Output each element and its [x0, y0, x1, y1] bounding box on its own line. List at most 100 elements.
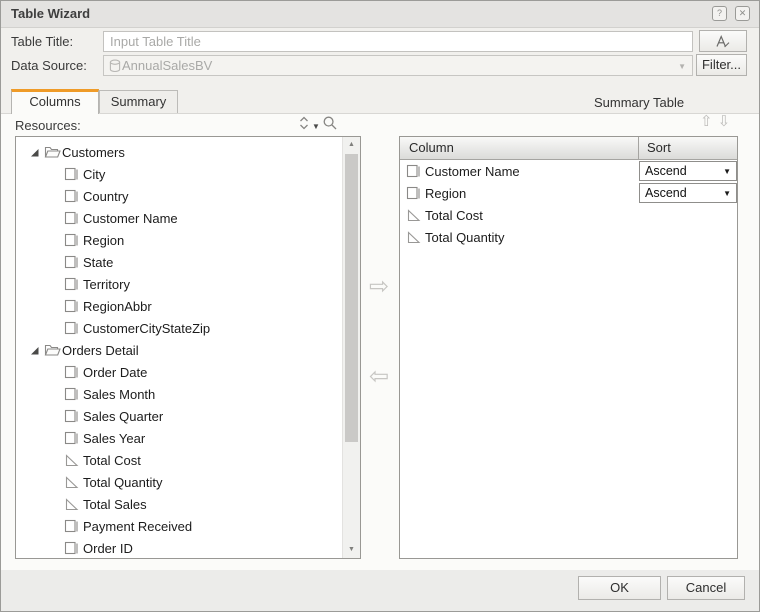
column-field-icon [64, 277, 79, 291]
sort-select-caret-icon: ▼ [723, 190, 731, 198]
font-style-button[interactable] [699, 30, 747, 52]
tree-field-row[interactable]: Total Cost [16, 449, 342, 471]
move-up-icon[interactable]: ⇧ [700, 113, 718, 130]
tree-field-label: State [83, 255, 113, 270]
column-field-icon [64, 189, 79, 203]
tree-folder-label: Orders Detail [62, 343, 139, 358]
tree-field-label: Total Sales [83, 497, 147, 512]
summary-table-caption: Summary Table [594, 95, 684, 110]
sort-dropdown-caret-icon[interactable]: ▼ [312, 122, 320, 131]
tree-folder-row[interactable]: Customers [16, 141, 342, 163]
add-column-arrow-icon[interactable]: ⇨ [369, 275, 389, 299]
summary-table-header: Column Sort [400, 137, 737, 160]
tree-field-row[interactable]: City [16, 163, 342, 185]
open-folder-icon [44, 343, 61, 357]
tree-field-label: Customer Name [83, 211, 178, 226]
tab-summary[interactable]: Summary [99, 90, 178, 114]
table-title-label: Table Title: [11, 34, 73, 49]
sort-header: Sort [639, 137, 737, 159]
tree-field-row[interactable]: State [16, 251, 342, 273]
data-source-combo[interactable]: AnnualSalesBV ▼ [103, 55, 693, 76]
summary-table-row[interactable]: Region Ascend▼ [400, 182, 737, 204]
filter-button[interactable]: Filter... [696, 54, 747, 76]
measure-field-icon [64, 453, 79, 467]
summary-column-label: Customer Name [425, 164, 520, 179]
resources-label: Resources: [15, 118, 81, 133]
column-field-icon [64, 211, 79, 225]
summary-column-label: Total Quantity [425, 230, 505, 245]
open-folder-icon [44, 145, 61, 159]
tree-field-row[interactable]: Total Sales [16, 493, 342, 515]
expanded-node-icon[interactable] [30, 146, 41, 158]
summary-table-panel: Column Sort Customer Name Ascend▼ Region As… [399, 136, 738, 559]
tree-field-label: Region [83, 233, 124, 248]
tree-field-row[interactable]: Order ID [16, 537, 342, 559]
tree-field-label: Sales Quarter [83, 409, 163, 424]
summary-table-row[interactable]: Total Cost [400, 204, 737, 226]
data-source-label: Data Source: [11, 58, 87, 73]
sort-select[interactable]: Ascend▼ [639, 161, 737, 181]
resources-tree: Customers City Country Customer Name Region S… [16, 141, 342, 559]
tree-folder-row[interactable]: Orders Detail [16, 339, 342, 361]
column-field-icon [64, 167, 79, 181]
database-icon [109, 59, 121, 73]
tree-field-row[interactable]: Region [16, 229, 342, 251]
resources-tree-panel: Customers City Country Customer Name Region S… [15, 136, 361, 559]
tree-scrollbar[interactable]: ▲ ▼ [342, 137, 360, 558]
scrollbar-thumb[interactable] [345, 154, 358, 442]
sort-icon[interactable] [297, 115, 311, 131]
scroll-up-icon[interactable]: ▲ [343, 137, 360, 153]
data-source-value: AnnualSalesBV [122, 58, 212, 73]
search-icon[interactable] [322, 115, 338, 131]
column-field-icon [64, 321, 79, 335]
scroll-down-icon[interactable]: ▼ [343, 542, 360, 558]
summary-column-label: Region [425, 186, 466, 201]
tree-field-label: RegionAbbr [83, 299, 152, 314]
measure-field-icon [64, 497, 79, 511]
tree-field-row[interactable]: Order Date [16, 361, 342, 383]
close-icon[interactable]: ✕ [735, 6, 750, 21]
ok-button[interactable]: OK [578, 576, 661, 600]
sort-select[interactable]: Ascend▼ [639, 183, 737, 203]
tree-field-label: Sales Month [83, 387, 155, 402]
tree-field-label: Order Date [83, 365, 147, 380]
table-wizard-dialog: Table Wizard ? ✕ Table Title: Data Sourc… [0, 0, 760, 612]
column-field-icon [64, 233, 79, 247]
tree-field-label: Total Quantity [83, 475, 163, 490]
sort-select-caret-icon: ▼ [723, 168, 731, 176]
column-field-icon [64, 387, 79, 401]
tree-field-label: Order ID [83, 541, 133, 556]
tree-field-label: City [83, 167, 105, 182]
move-down-icon[interactable]: ⇩ [718, 113, 736, 130]
tree-field-row[interactable]: Sales Quarter [16, 405, 342, 427]
tree-field-row[interactable]: Customer Name [16, 207, 342, 229]
titlebar: Table Wizard ? ✕ [1, 1, 759, 28]
measure-field-icon [406, 208, 421, 222]
tree-field-label: Total Cost [83, 453, 141, 468]
tree-field-row[interactable]: Country [16, 185, 342, 207]
remove-column-arrow-icon[interactable]: ⇦ [369, 365, 389, 389]
summary-table-rows: Customer NameAscend▼RegionAscend▼Total C… [400, 160, 737, 248]
tree-field-row[interactable]: CustomerCityStateZip [16, 317, 342, 339]
tree-field-label: Sales Year [83, 431, 145, 446]
tree-field-row[interactable]: RegionAbbr [16, 295, 342, 317]
table-title-input[interactable] [103, 31, 693, 52]
help-icon[interactable]: ? [712, 6, 727, 21]
cancel-button[interactable]: Cancel [667, 576, 745, 600]
column-field-icon [406, 186, 421, 200]
column-field-icon [64, 255, 79, 269]
tree-field-row[interactable]: Payment Received [16, 515, 342, 537]
tab-columns[interactable]: Columns [11, 89, 99, 114]
tree-field-label: Territory [83, 277, 130, 292]
tree-field-row[interactable]: Total Quantity [16, 471, 342, 493]
footer: OK Cancel [1, 569, 759, 611]
tree-field-row[interactable]: Sales Month [16, 383, 342, 405]
column-field-icon [64, 409, 79, 423]
expanded-node-icon[interactable] [30, 344, 41, 356]
dropdown-caret-icon[interactable]: ▼ [678, 62, 686, 71]
tree-field-row[interactable]: Sales Year [16, 427, 342, 449]
summary-table-row[interactable]: Total Quantity [400, 226, 737, 248]
tree-field-row[interactable]: Territory [16, 273, 342, 295]
column-field-icon [64, 365, 79, 379]
summary-table-row[interactable]: Customer Name Ascend▼ [400, 160, 737, 182]
